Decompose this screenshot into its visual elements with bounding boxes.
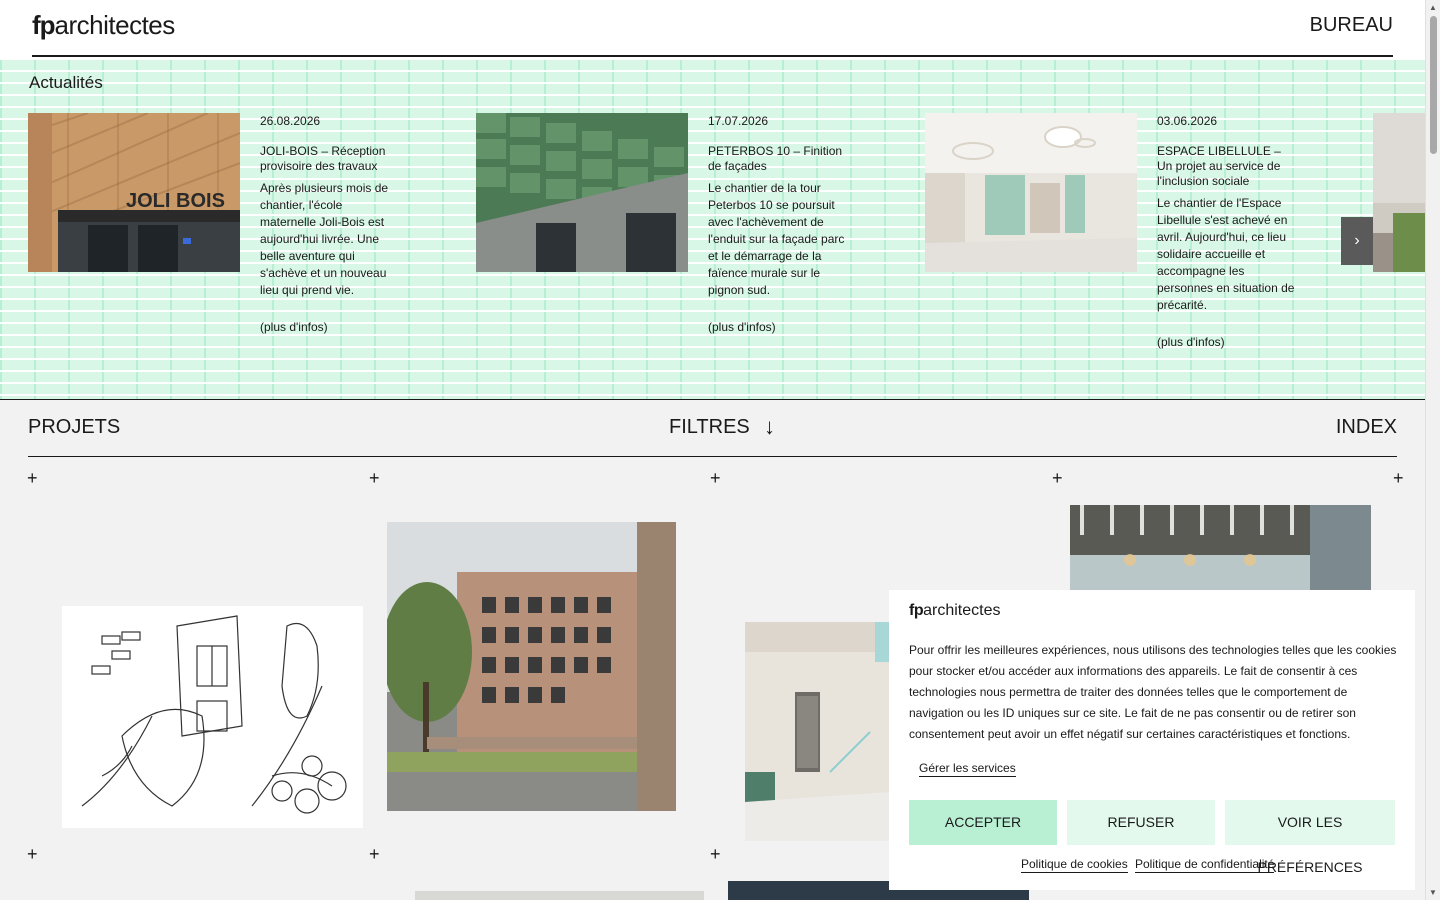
carousel-next-button[interactable]: › (1341, 217, 1373, 265)
projects-bar: PROJETS FILTRES ↓ INDEX (28, 410, 1397, 457)
news-text: 17.07.2026 PETERBOS 10 – Finition de faç… (708, 113, 848, 336)
page-scrollbar[interactable]: ▲ ▼ (1425, 0, 1440, 900)
news-body: Après plusieurs mois de chantier, l'écol… (260, 181, 389, 297)
news-body: Le chantier de la tour Peterbos 10 se po… (708, 181, 845, 297)
cookie-text: Pour offrir les meilleures expériences, … (909, 643, 1397, 741)
arrow-down-icon[interactable]: ↓ (764, 414, 775, 440)
plus-icon: + (1393, 468, 1404, 488)
news-headline[interactable]: ESPACE LIBELLULE – Un projet au service … (1157, 144, 1297, 189)
cookie-logo-text: architectes (923, 602, 1001, 619)
project-thumbnail-hall[interactable] (1070, 505, 1371, 595)
plus-icon: + (1052, 468, 1063, 488)
news-text: 26.08.2026 JOLI-BOIS – Réception proviso… (260, 113, 400, 336)
refuse-button[interactable]: REFUSER (1067, 800, 1215, 845)
plus-icon: + (710, 844, 721, 864)
site-header: fparchitectes BUREAU (0, 0, 1425, 58)
joli-bois-sign-text: JOLI BOIS (126, 190, 225, 212)
scrollbar-thumb[interactable] (1430, 16, 1437, 154)
scroll-up-icon[interactable]: ▲ (1429, 3, 1437, 12)
project-thumbnail-brick-building[interactable] (387, 522, 676, 811)
nav-bureau-link[interactable]: BUREAU (1310, 14, 1393, 37)
plus-icon: + (710, 468, 721, 488)
plus-icon: + (27, 844, 38, 864)
project-thumbnail-interior[interactable] (745, 622, 890, 841)
scroll-down-icon[interactable]: ▼ (1429, 888, 1437, 897)
news-title: Actualités (29, 73, 103, 92)
filters-toggle[interactable]: FILTRES (669, 416, 750, 439)
news-more-link[interactable]: (plus d'infos) (708, 319, 848, 336)
news-image-libellule[interactable] (925, 113, 1137, 272)
projets-heading: PROJETS (28, 416, 121, 438)
plus-icon: + (369, 468, 380, 488)
news-headline[interactable]: JOLI-BOIS – Réception provisoire des tra… (260, 144, 400, 174)
news-image-peterbos[interactable] (476, 113, 688, 272)
news-body: Le chantier de l'Espace Libellule s'est … (1157, 196, 1295, 312)
news-date: 26.08.2026 (260, 114, 321, 128)
news-section: Actualités JOLI BOIS 26.08.2026 JOLI-BOI… (0, 58, 1425, 400)
project-thumbnail-sketch[interactable] (62, 606, 363, 828)
news-date: 03.06.2026 (1157, 114, 1218, 128)
cookie-logo-fp: fp (909, 602, 924, 619)
news-image-joli-bois[interactable]: JOLI BOIS (28, 113, 240, 272)
news-headline[interactable]: PETERBOS 10 – Finition de façades (708, 144, 848, 174)
cookie-logo: fparchitectes (909, 602, 1000, 620)
site-logo[interactable]: fparchitectes (32, 10, 175, 41)
preferences-button[interactable]: VOIR LES PRÉFÉRENCES (1225, 800, 1395, 875)
index-link[interactable]: INDEX (1336, 416, 1397, 439)
news-date: 17.07.2026 (708, 114, 769, 128)
logo-text: architectes (54, 10, 176, 40)
logo-fp: fp (32, 10, 56, 40)
header-divider (32, 55, 1393, 57)
accept-button[interactable]: ACCEPTER (909, 800, 1057, 845)
cookie-banner: fparchitectes Pour offrir les meilleures… (889, 590, 1415, 890)
project-thumbnail-partial[interactable] (415, 891, 704, 900)
plus-icon: + (369, 844, 380, 864)
news-more-link[interactable]: (plus d'infos) (1157, 334, 1297, 351)
privacy-policy-link[interactable]: Politique de confidentialité (1135, 856, 1275, 873)
manage-services-link[interactable]: Gérer les services (919, 760, 1016, 777)
plus-icon: + (27, 468, 38, 488)
cookie-policy-link[interactable]: Politique de cookies (1021, 856, 1128, 873)
news-more-link[interactable]: (plus d'infos) (260, 319, 400, 336)
news-image-partial[interactable] (1373, 113, 1425, 272)
news-text: 03.06.2026 ESPACE LIBELLULE – Un projet … (1157, 113, 1297, 351)
